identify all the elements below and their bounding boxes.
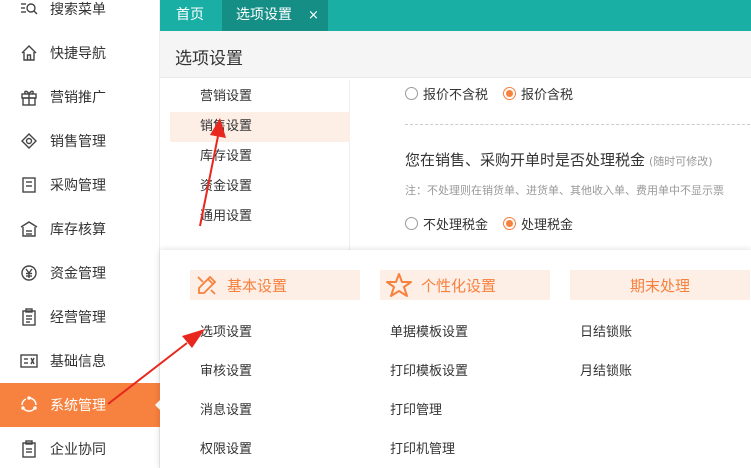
settings-nav-funds[interactable]: 资金设置: [170, 172, 350, 202]
system-menu-dropdown: 基本设置 个性化设置 期末处理 选项设置 审核设置 消息设置 权限设置 单据模板…: [160, 250, 751, 468]
radio-label: 报价含税: [521, 88, 574, 103]
tab-options-settings[interactable]: 选项设置 ×: [222, 0, 328, 31]
sidebar: 搜索菜单 快捷导航 营销推广 销售管理 采购管理 库存核算 资金管理 经营管理 …: [0, 0, 161, 468]
sidebar-item-basic-info[interactable]: 基础信息: [0, 339, 160, 383]
settings-nav-sales[interactable]: 销售设置: [170, 112, 350, 142]
tab-home[interactable]: 首页: [160, 0, 220, 31]
settings-nav-marketing[interactable]: 营销设置: [170, 82, 350, 112]
search-menu-icon: [20, 0, 38, 18]
tax-note: 注：不处理则在销货单、进货单、其他收入单、费用单中不显示票: [405, 184, 724, 197]
sidebar-item-purchase[interactable]: 采购管理: [0, 163, 160, 207]
menu-col-period-header: 期末处理: [570, 270, 750, 300]
menu-link-options[interactable]: 选项设置: [200, 321, 252, 340]
menu-col-personal-header: 个性化设置: [380, 270, 550, 300]
system-icon: [20, 396, 38, 414]
menu-link-monthly-lock[interactable]: 月结锁账: [580, 360, 632, 379]
menu-col-title: 期末处理: [629, 276, 690, 295]
settings-nav-inventory[interactable]: 库存设置: [170, 142, 350, 172]
cart-icon: [20, 176, 38, 194]
menu-link-doc-templates[interactable]: 单据模板设置: [390, 321, 468, 340]
sidebar-item-label: 销售管理: [50, 134, 106, 150]
star-icon: [385, 272, 413, 298]
warehouse-icon: [20, 220, 38, 238]
settings-nav-general[interactable]: 通用设置: [170, 202, 350, 232]
radio-label: 报价不含税: [423, 88, 489, 103]
question-text: 您在销售、采购开单时是否处理税金: [405, 151, 646, 169]
tax-handling-options: 不处理税金 处理税金: [405, 214, 573, 233]
radio-price-incl-tax[interactable]: [503, 87, 517, 100]
sidebar-item-label: 库存核算: [50, 222, 106, 238]
sidebar-item-label: 系统管理: [50, 398, 106, 414]
menu-col-title: 基本设置: [227, 276, 288, 295]
menu-link-printer-manage[interactable]: 打印机管理: [390, 438, 455, 457]
menu-link-print-templates[interactable]: 打印模板设置: [390, 360, 468, 379]
menu-col-title: 个性化设置: [421, 276, 497, 295]
menu-link-messages[interactable]: 消息设置: [200, 399, 252, 418]
sidebar-item-label: 采购管理: [50, 178, 106, 194]
sidebar-item-sales[interactable]: 销售管理: [0, 119, 160, 163]
sidebar-item-label: 资金管理: [50, 266, 106, 282]
sidebar-item-label: 快捷导航: [50, 46, 106, 62]
sidebar-item-system[interactable]: 系统管理: [0, 383, 161, 427]
sidebar-item-funds[interactable]: 资金管理: [0, 251, 160, 295]
id-card-icon: [20, 352, 38, 370]
tab-label: 选项设置: [236, 7, 292, 23]
page-title: 选项设置: [175, 49, 243, 69]
question-hint: (随时可修改): [649, 155, 713, 168]
collab-icon: [20, 440, 38, 458]
page-header: 选项设置: [160, 31, 751, 78]
sidebar-item-quick-nav[interactable]: 快捷导航: [0, 31, 160, 75]
sidebar-item-collab[interactable]: 企业协同: [0, 427, 160, 468]
radio-label: 处理税金: [521, 218, 574, 233]
radio-price-excl-tax[interactable]: [405, 87, 418, 100]
gift-icon: [20, 88, 38, 106]
menu-link-print-manage[interactable]: 打印管理: [390, 399, 442, 418]
sidebar-item-marketing[interactable]: 营销推广: [0, 75, 160, 119]
home-icon: [20, 44, 38, 62]
tax-question: 您在销售、采购开单时是否处理税金 (随时可修改): [405, 149, 713, 170]
sidebar-item-label: 企业协同: [50, 442, 106, 458]
price-tax-options: 报价不含税 报价含税: [405, 84, 573, 103]
tab-bar: 首页 选项设置 ×: [160, 0, 751, 31]
sidebar-item-operations[interactable]: 经营管理: [0, 295, 160, 339]
pencil-ruler-icon: [195, 273, 219, 297]
money-icon: [20, 264, 38, 282]
menu-link-permissions[interactable]: 权限设置: [200, 438, 252, 457]
settings-content: 报价不含税 报价含税 您在销售、采购开单时是否处理税金 (随时可修改) 注：不处理…: [350, 78, 751, 253]
settings-nav: 营销设置 销售设置 库存设置 资金设置 通用设置: [170, 80, 350, 250]
sidebar-item-search-menu[interactable]: 搜索菜单: [0, 0, 160, 31]
radio-handle-tax[interactable]: [503, 217, 517, 230]
radio-label: 不处理税金: [423, 218, 489, 233]
sidebar-item-inventory[interactable]: 库存核算: [0, 207, 160, 251]
clipboard-icon: [20, 308, 38, 326]
menu-link-daily-lock[interactable]: 日结锁账: [580, 321, 632, 340]
close-icon[interactable]: ×: [308, 0, 319, 31]
sidebar-item-label: 经营管理: [50, 310, 106, 326]
sidebar-item-label: 搜索菜单: [50, 2, 106, 18]
radio-no-tax[interactable]: [405, 217, 418, 230]
menu-link-approval[interactable]: 审核设置: [200, 360, 252, 379]
divider: [405, 124, 751, 125]
sidebar-item-label: 基础信息: [50, 354, 106, 370]
sidebar-item-label: 营销推广: [50, 90, 106, 106]
sales-icon: [20, 132, 38, 150]
menu-col-basic-header: 基本设置: [190, 270, 360, 300]
